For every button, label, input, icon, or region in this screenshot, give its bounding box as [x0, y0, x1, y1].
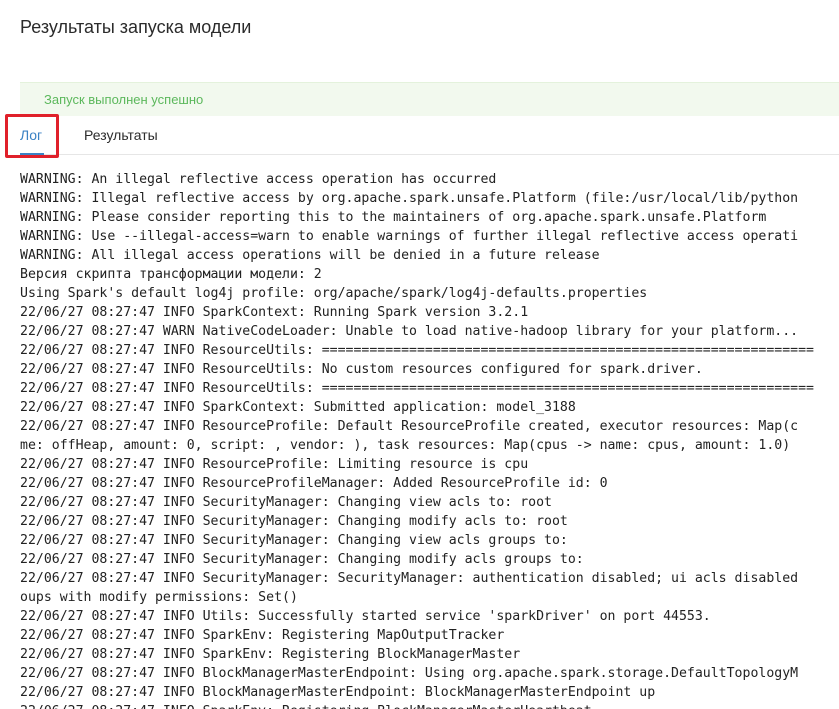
log-line: 22/06/27 08:27:47 WARN NativeCodeLoader:…: [20, 324, 799, 339]
tab-results-label: Результаты: [84, 127, 158, 143]
success-alert: Запуск выполнен успешно: [20, 82, 839, 116]
log-line: 22/06/27 08:27:47 INFO Utils: Successful…: [20, 609, 711, 624]
tab-log-label: Лог: [20, 127, 43, 143]
log-line: WARNING: Use --illegal-access=warn to en…: [20, 229, 799, 244]
log-line: 22/06/27 08:27:47 INFO ResourceProfileMa…: [20, 476, 608, 491]
log-line: WARNING: All illegal access operations w…: [20, 248, 600, 263]
log-output[interactable]: WARNING: An illegal reflective access op…: [20, 170, 839, 709]
page-title: Результаты запуска модели: [20, 17, 252, 37]
log-line: 22/06/27 08:27:47 INFO BlockManagerMaste…: [20, 685, 656, 700]
log-line: 22/06/27 08:27:47 INFO ResourceUtils: No…: [20, 362, 703, 377]
log-line: Версия скрипта трансформации модели: 2: [20, 267, 322, 282]
log-line: 22/06/27 08:27:47 INFO ResourceProfile: …: [20, 457, 529, 472]
log-line: 22/06/27 08:27:47 INFO SparkContext: Run…: [20, 305, 529, 320]
log-line: oups with modify permissions: Set(): [20, 590, 298, 605]
log-line: 22/06/27 08:27:47 INFO ResourceUtils: ==…: [20, 343, 814, 358]
log-line: 22/06/27 08:27:47 INFO SecurityManager: …: [20, 552, 584, 567]
log-line: me: offHeap, amount: 0, script: , vendor…: [20, 438, 791, 453]
log-line: WARNING: Illegal reflective access by or…: [20, 191, 799, 206]
log-line: 22/06/27 08:27:47 INFO SparkContext: Sub…: [20, 400, 576, 415]
tab-log[interactable]: Лог: [20, 116, 44, 155]
log-line: 22/06/27 08:27:47 INFO SecurityManager: …: [20, 533, 568, 548]
log-line: WARNING: An illegal reflective access op…: [20, 172, 497, 187]
alert-text: Запуск выполнен успешно: [44, 92, 204, 107]
log-line: WARNING: Please consider reporting this …: [20, 210, 767, 225]
log-line: 22/06/27 08:27:47 INFO BlockManagerMaste…: [20, 666, 799, 681]
log-line: 22/06/27 08:27:47 INFO SparkEnv: Registe…: [20, 628, 505, 643]
log-line: 22/06/27 08:27:47 INFO SecurityManager: …: [20, 514, 568, 529]
tab-results[interactable]: Результаты: [84, 116, 158, 154]
log-line: 22/06/27 08:27:47 INFO SecurityManager: …: [20, 495, 552, 510]
log-line: 22/06/27 08:27:47 INFO ResourceProfile: …: [20, 419, 799, 434]
log-line: 22/06/27 08:27:47 INFO SecurityManager: …: [20, 571, 799, 586]
log-line: Using Spark's default log4j profile: org…: [20, 286, 648, 301]
active-tab-indicator: [20, 153, 44, 155]
log-line: 22/06/27 08:27:47 INFO SparkEnv: Registe…: [20, 647, 521, 662]
log-line: 22/06/27 08:27:47 INFO SparkEnv: Registe…: [20, 702, 839, 709]
tab-bar: Лог Результаты: [20, 116, 839, 155]
log-line: 22/06/27 08:27:47 INFO ResourceUtils: ==…: [20, 381, 814, 396]
